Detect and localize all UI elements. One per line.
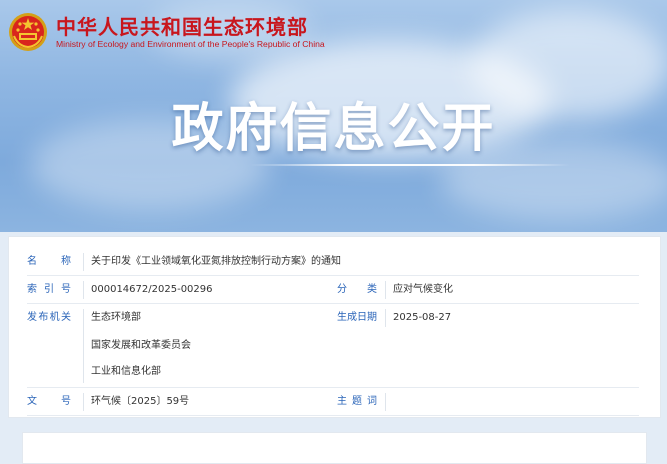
issuer-item: 国家发展和改革委员会 <box>91 340 191 351</box>
metadata-row-docno: 文 号 环气候〔2025〕59号 主 题 词 <box>27 389 639 416</box>
index-label: 索 引 号 <box>27 284 71 295</box>
doc-number-label: 文 号 <box>27 396 71 407</box>
date-label: 生成日期 <box>337 312 377 323</box>
keywords-label: 主 题 词 <box>337 396 377 407</box>
metadata-row-issuer: 发布机关 生态环境部 国家发展和改革委员会 工业和信息化部 生成日期 2025-… <box>27 305 639 388</box>
divider <box>385 281 386 299</box>
national-emblem-icon <box>9 13 47 51</box>
issuer-item: 生态环境部 <box>91 312 141 323</box>
site-logo[interactable]: 中华人民共和国生态环境部 Ministry of Ecology and Env… <box>8 12 325 52</box>
document-metadata-panel: 名 称 关于印发《工业领域氧化亚氮排放控制行动方案》的通知 索 引 号 0000… <box>8 236 661 418</box>
document-content-panel <box>22 432 647 464</box>
category-value: 应对气候变化 <box>393 284 453 295</box>
divider <box>385 393 386 411</box>
divider <box>83 281 84 299</box>
index-number: 000014672/2025-00296 <box>91 284 213 295</box>
banner-underline <box>250 164 570 166</box>
ministry-name-en: Ministry of Ecology and Environment of t… <box>56 38 325 49</box>
divider <box>83 253 84 271</box>
divider <box>83 393 84 411</box>
metadata-row-name: 名 称 关于印发《工业领域氧化亚氮排放控制行动方案》的通知 <box>27 249 639 276</box>
document-title: 关于印发《工业领域氧化亚氮排放控制行动方案》的通知 <box>91 256 341 267</box>
ministry-name-cn: 中华人民共和国生态环境部 <box>56 14 308 39</box>
hero-banner: 中华人民共和国生态环境部 Ministry of Ecology and Env… <box>0 0 667 232</box>
issuer-item: 工业和信息化部 <box>91 366 161 377</box>
date-value: 2025-08-27 <box>393 312 452 323</box>
issuer-label: 发布机关 <box>27 312 71 323</box>
name-label: 名 称 <box>27 256 71 267</box>
category-label: 分 类 <box>337 284 377 295</box>
doc-number-value: 环气候〔2025〕59号 <box>91 396 190 407</box>
metadata-row-index: 索 引 号 000014672/2025-00296 分 类 应对气候变化 <box>27 277 639 304</box>
divider <box>385 309 386 327</box>
banner-title: 政府信息公开 <box>171 99 496 159</box>
divider <box>83 309 84 383</box>
